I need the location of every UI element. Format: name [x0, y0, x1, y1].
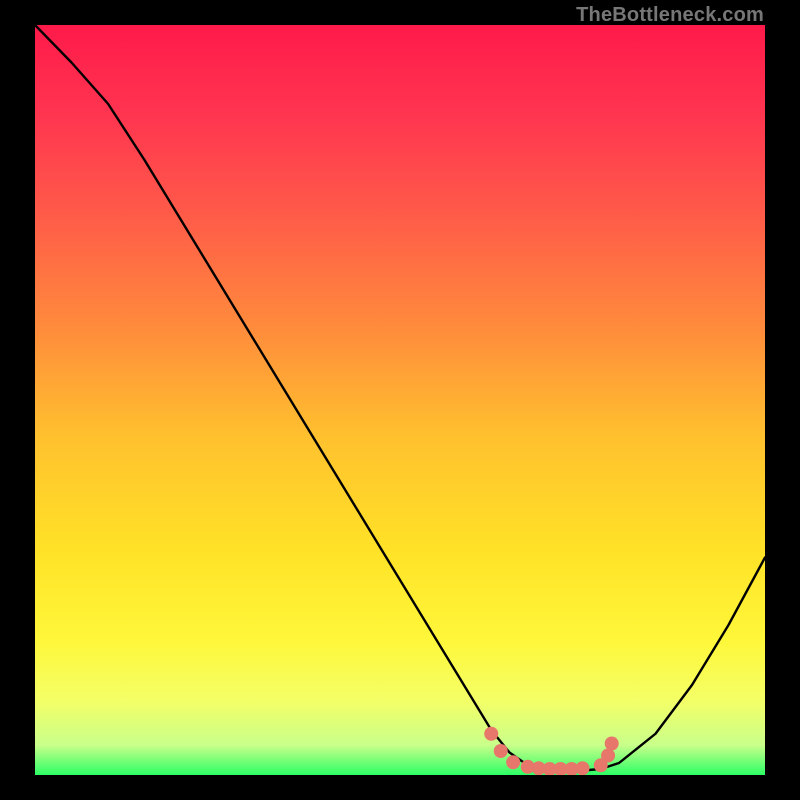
watermark-text: TheBottleneck.com [576, 4, 764, 27]
marker-dot [506, 755, 520, 769]
marker-dot [494, 744, 508, 758]
marker-dot [576, 761, 590, 775]
chart-svg [35, 25, 765, 775]
marker-dot [601, 749, 615, 763]
chart-container: TheBottleneck.com [0, 0, 800, 800]
marker-dot [484, 727, 498, 741]
gradient-background [35, 25, 765, 775]
plot-area [35, 25, 765, 775]
marker-dot [605, 737, 619, 751]
